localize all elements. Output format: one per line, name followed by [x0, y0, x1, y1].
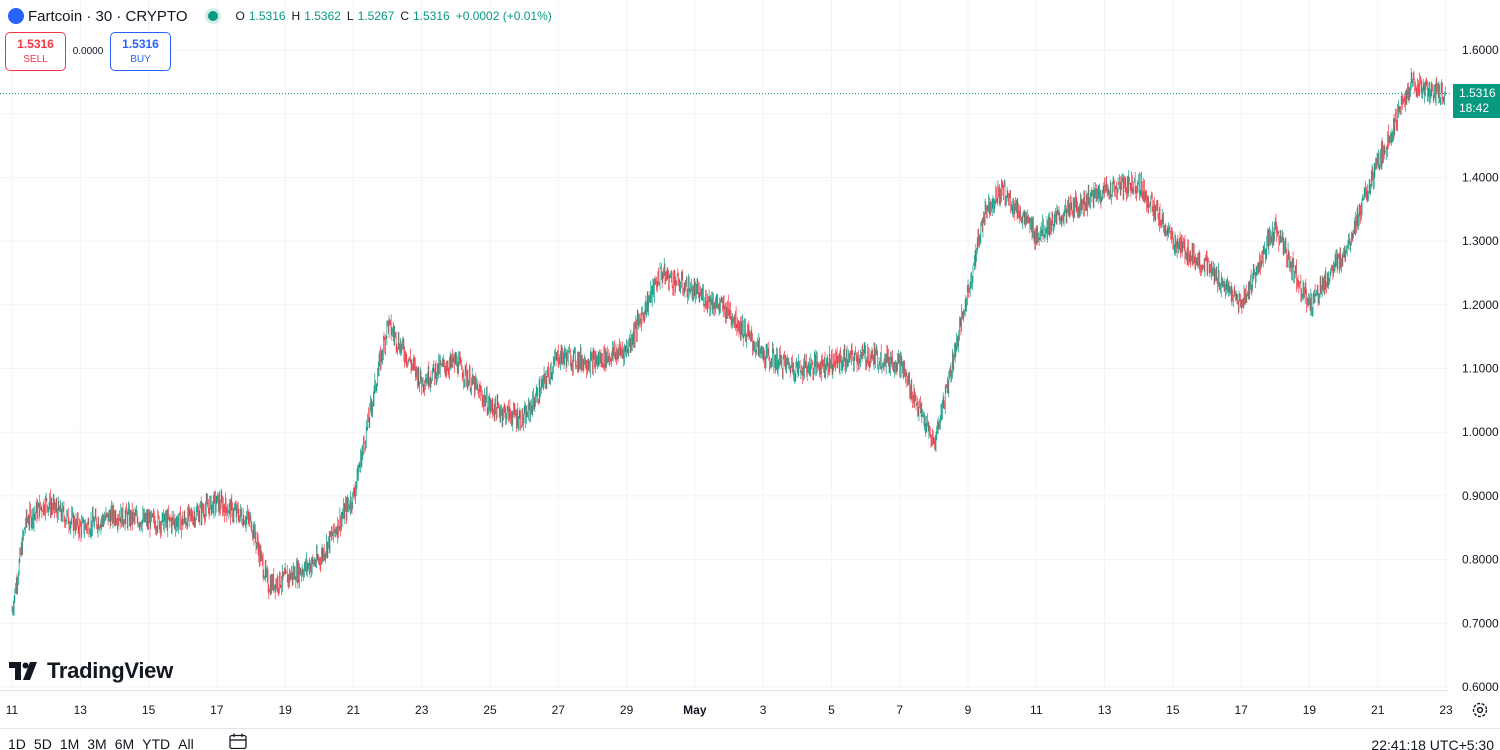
close-label: C — [400, 9, 409, 23]
time-tick-label: 21 — [1371, 703, 1385, 717]
axis-settings-icon[interactable] — [1471, 701, 1489, 719]
sell-label: SELL — [23, 54, 48, 66]
price-tick-label: 1.1000 — [1462, 362, 1499, 376]
change-value: +0.0002 (+0.01%) — [455, 9, 552, 23]
time-tick-label: 23 — [415, 703, 429, 717]
time-tick-label: 9 — [965, 703, 972, 717]
last-price-badge: 1.5316 18:42 — [1453, 84, 1500, 118]
time-tick-label: 17 — [1234, 703, 1248, 717]
price-tick-label: 0.8000 — [1462, 553, 1499, 567]
range-5d[interactable]: 5D — [30, 736, 56, 750]
chart-grid — [0, 0, 1448, 690]
price-tick-label: 0.9000 — [1462, 489, 1499, 503]
low-label: L — [346, 9, 354, 23]
open-value: 1.5316 — [248, 9, 286, 23]
time-tick-label: 27 — [552, 703, 566, 717]
buy-button[interactable]: 1.5316 BUY — [110, 32, 171, 71]
time-tick-label: 25 — [483, 703, 497, 717]
open-label: O — [235, 9, 245, 23]
range-ytd[interactable]: YTD — [138, 736, 174, 750]
candlestick-chart[interactable]: 0.6000 0.7000 0.8000 0.9000 1.0000 1.1000 1.20… — [0, 0, 1500, 728]
utc-clock[interactable]: 22:41:18 UTC+5:30 — [1371, 737, 1494, 750]
sell-button[interactable]: 1.5316 SELL — [5, 32, 66, 71]
price-tick-label: 1.3000 — [1462, 234, 1499, 248]
trade-buttons: 1.5316 SELL 0.0000 1.5316 BUY — [5, 32, 171, 71]
time-tick-label: 13 — [1098, 703, 1112, 717]
fartcoin-logo-icon — [8, 8, 24, 24]
high-value: 1.5362 — [304, 9, 341, 23]
high-label: H — [291, 9, 301, 23]
time-tick-label: 7 — [896, 703, 903, 717]
range-1d[interactable]: 1D — [4, 736, 30, 750]
tradingview-logo-text: TradingView — [47, 658, 173, 683]
buy-price: 1.5316 — [122, 37, 159, 51]
time-tick-label: 11 — [1030, 703, 1043, 717]
time-tick-label: 3 — [760, 703, 767, 717]
price-tick-label: 1.4000 — [1462, 170, 1499, 184]
low-value: 1.5267 — [357, 9, 395, 23]
symbol-name[interactable]: Fartcoin · 30 · CRYPTO — [28, 8, 188, 25]
last-price-value: 1.5316 — [1459, 86, 1496, 100]
tradingview-logo[interactable]: TradingView — [9, 658, 173, 684]
range-selector: 1D 5D 1M 3M 6M YTD All — [4, 736, 198, 750]
chart-legend: Fartcoin · 30 · CRYPTO O 1.5316 H 1.5362 L… — [8, 6, 552, 26]
time-tick-label: 23 — [1439, 703, 1453, 717]
price-tick-label: 1.0000 — [1462, 425, 1499, 439]
ohlc-values: O 1.5316 H 1.5362 L 1.5267 C 1.5316 +0.0002 … — [236, 9, 552, 23]
range-all[interactable]: All — [174, 736, 198, 750]
time-tick-label: 5 — [828, 703, 835, 717]
time-tick-label: 17 — [210, 703, 224, 717]
time-tick-label: 19 — [1303, 703, 1317, 717]
time-tick-label: 13 — [74, 703, 88, 717]
time-axis[interactable]: 11 13 15 17 19 21 23 25 27 29 May 3 5 7 9 11 13 15 17 19 21 2… — [0, 690, 1453, 718]
time-tick-label: 29 — [620, 703, 634, 717]
time-tick-label: 21 — [347, 703, 361, 717]
range-1m[interactable]: 1M — [56, 736, 83, 750]
spread-value: 0.0000 — [72, 46, 104, 57]
sell-price: 1.5316 — [17, 37, 54, 51]
time-tick-label: May — [683, 703, 707, 717]
range-3m[interactable]: 3M — [83, 736, 110, 750]
price-tick-label: 0.7000 — [1462, 616, 1499, 630]
market-status-icon[interactable] — [207, 11, 218, 21]
candles — [11, 68, 1446, 616]
time-tick-label: 11 — [6, 703, 19, 717]
price-tick-label: 0.6000 — [1462, 680, 1499, 694]
price-tick-label: 1.6000 — [1462, 43, 1499, 57]
bar-countdown: 18:42 — [1459, 101, 1490, 115]
time-tick-label: 19 — [278, 703, 292, 717]
buy-label: BUY — [130, 54, 151, 66]
price-tick-label: 1.2000 — [1462, 298, 1499, 312]
bottom-toolbar: 1D 5D 1M 3M 6M YTD All 22:41:18 UTC+5:30 — [0, 728, 1500, 750]
calendar-icon[interactable] — [229, 733, 247, 749]
time-tick-label: 15 — [1166, 703, 1180, 717]
time-tick-label: 15 — [142, 703, 156, 717]
range-6m[interactable]: 6M — [111, 736, 138, 750]
close-value: 1.5316 — [412, 9, 450, 23]
price-axis[interactable]: 0.6000 0.7000 0.8000 0.9000 1.0000 1.1000 1.20… — [1462, 43, 1499, 694]
tradingview-logo-icon — [9, 662, 37, 680]
